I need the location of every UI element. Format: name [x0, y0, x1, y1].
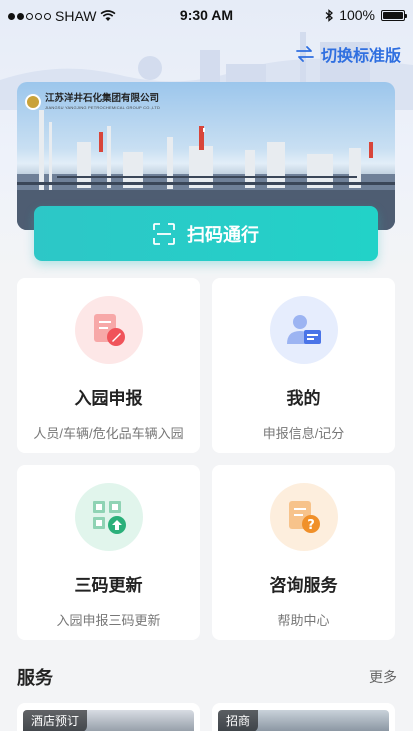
card-subtitle: 申报信息/记分 — [262, 426, 345, 441]
card-subtitle: 人员/车辆/危化品车辆入园 — [33, 426, 184, 441]
battery-percent: 100% — [339, 7, 375, 23]
service-card-hotel[interactable]: 酒店预订 — [17, 703, 200, 731]
function-grid: 入园申报 人员/车辆/危化品车辆入园 我的 申报信息/记分 三码更新 入园申报三… — [17, 278, 395, 640]
status-right: 100% — [325, 7, 407, 23]
company-logo: 江苏洋井石化集团有限公司 JIANGSU YANGJING PETROCHEMI… — [25, 93, 161, 110]
switch-version-label: 切换标准版 — [320, 48, 401, 65]
status-bar: SHAW 9:30 AM 100% — [0, 0, 413, 32]
service-tag: 酒店预订 — [23, 710, 88, 731]
scan-icon — [153, 222, 175, 245]
card-three-code-update[interactable]: 三码更新 入园申报三码更新 — [17, 465, 200, 640]
services-more-link[interactable]: 更多 — [369, 667, 397, 687]
switch-arrows-icon — [296, 46, 314, 62]
bluetooth-icon — [325, 8, 334, 22]
scan-pass-label: 扫码通行 — [187, 224, 259, 245]
card-title: 入园申报 — [74, 389, 143, 408]
declaration-icon — [74, 296, 143, 364]
card-title: 三码更新 — [74, 576, 143, 595]
services-title: 服务 — [17, 668, 53, 688]
card-park-declaration[interactable]: 入园申报 人员/车辆/危化品车辆入园 — [17, 278, 200, 453]
service-card-investment[interactable]: 招商 — [212, 703, 395, 731]
company-logo-mark — [25, 94, 41, 110]
company-name: 江苏洋井石化集团有限公司 — [45, 93, 160, 105]
card-title: 我的 — [286, 389, 321, 408]
user-profile-icon — [269, 296, 338, 364]
services-list: 酒店预订 招商 — [17, 703, 395, 731]
card-subtitle: 入园申报三码更新 — [56, 613, 161, 628]
help-doc-icon: ? — [269, 483, 338, 551]
switch-version-button[interactable]: 切换标准版 — [295, 42, 401, 66]
card-title: 咨询服务 — [269, 576, 338, 595]
battery-icon — [381, 9, 407, 21]
card-subtitle: 帮助中心 — [277, 613, 330, 628]
company-name-en: JIANGSU YANGJING PETROCHEMICAL GROUP CO.… — [45, 104, 161, 110]
service-tag: 招商 — [218, 710, 259, 731]
services-header: 服务 更多 — [17, 664, 397, 690]
qr-update-icon — [74, 483, 143, 551]
card-my-profile[interactable]: 我的 申报信息/记分 — [212, 278, 395, 453]
svg-text:?: ? — [307, 518, 315, 533]
card-consult-service[interactable]: ? 咨询服务 帮助中心 — [212, 465, 395, 640]
scan-pass-button[interactable]: 扫码通行 — [34, 206, 378, 261]
